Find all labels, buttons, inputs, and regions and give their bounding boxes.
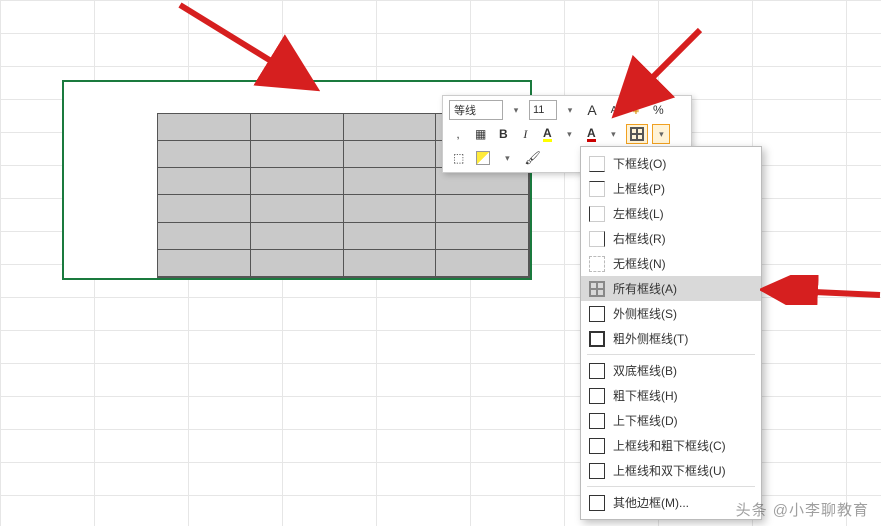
grow-font-button[interactable]: A	[583, 100, 601, 120]
bold-button[interactable]: B	[494, 124, 512, 144]
border-grid-icon	[630, 127, 644, 141]
menu-item-label: 外侧框线(S)	[613, 305, 677, 322]
menu-item-thickbottom[interactable]: 粗下框线(H)	[581, 383, 761, 408]
menu-item-label: 上下框线(D)	[613, 412, 678, 429]
menu-item-label: 双底框线(B)	[613, 362, 677, 379]
menu-item-right[interactable]: 右框线(R)	[581, 226, 761, 251]
menu-item-topthickbottom[interactable]: 上框线和粗下框线(C)	[581, 433, 761, 458]
font-size-select[interactable]: 11	[529, 100, 557, 120]
shrink-font-button[interactable]: A	[605, 100, 623, 120]
menu-item-label: 左框线(L)	[613, 205, 664, 222]
menu-item-label: 粗下框线(H)	[613, 387, 678, 404]
font-name-dropdown-icon[interactable]: ▾	[507, 100, 525, 120]
menu-item-label: 无框线(N)	[613, 255, 666, 272]
menu-item-outside[interactable]: 外侧框线(S)	[581, 301, 761, 326]
watermark-text: 头条 @小李聊教育	[736, 499, 869, 520]
menu-item-thick[interactable]: 粗外侧框线(T)	[581, 326, 761, 351]
border-bottom-icon	[589, 156, 605, 172]
menu-separator	[587, 354, 755, 355]
fill-color-dropdown-icon[interactable]: ▾	[498, 148, 516, 168]
paint-bucket-icon	[476, 151, 490, 165]
border-left-icon	[589, 206, 605, 222]
borders-button[interactable]	[626, 124, 648, 144]
menu-item-label: 所有框线(A)	[613, 280, 677, 297]
menu-item-label: 其他边框(M)...	[613, 494, 689, 511]
font-name-select[interactable]: 等线	[449, 100, 503, 120]
border-thickbottom-icon	[589, 388, 605, 404]
decimal-button[interactable]: ▦	[471, 124, 490, 144]
borders-dropdown-icon[interactable]: ▾	[652, 124, 670, 144]
menu-item-more[interactable]: 其他边框(M)...	[581, 490, 761, 515]
format-painter-button[interactable]: 🖌	[520, 148, 545, 168]
italic-button[interactable]: I	[516, 124, 534, 144]
borders-dropdown-menu: 下框线(O) 上框线(P) 左框线(L) 右框线(R) 无框线(N) 所有框线(A) 外侧框…	[580, 146, 762, 520]
menu-item-label: 右框线(R)	[613, 230, 666, 247]
font-size-dropdown-icon[interactable]: ▾	[561, 100, 579, 120]
percent-button[interactable]: %	[649, 100, 668, 120]
border-top-icon	[589, 181, 605, 197]
border-topdblbottom-icon	[589, 463, 605, 479]
border-right-icon	[589, 231, 605, 247]
menu-item-label: 上框线和粗下框线(C)	[613, 437, 726, 454]
menu-item-topdblbottom[interactable]: 上框线和双下框线(U)	[581, 458, 761, 483]
menu-item-label: 上框线(P)	[613, 180, 665, 197]
menu-item-label: 上框线和双下框线(U)	[613, 462, 726, 479]
menu-item-label: 粗外侧框线(T)	[613, 330, 688, 347]
comma-button[interactable]: ,	[449, 124, 467, 144]
highlight-dropdown-icon[interactable]: ▾	[560, 124, 578, 144]
menu-item-none[interactable]: 无框线(N)	[581, 251, 761, 276]
font-color-dropdown-icon[interactable]: ▾	[604, 124, 622, 144]
border-thick-icon	[589, 331, 605, 347]
border-outside-icon	[589, 306, 605, 322]
menu-item-all[interactable]: 所有框线(A)	[581, 276, 761, 301]
menu-item-topbottom[interactable]: 上下框线(D)	[581, 408, 761, 433]
highlight-button[interactable]: A	[538, 124, 556, 144]
border-dblbottom-icon	[589, 363, 605, 379]
border-more-icon	[589, 495, 605, 511]
merge-button[interactable]: ⬚	[449, 148, 468, 168]
menu-item-left[interactable]: 左框线(L)	[581, 201, 761, 226]
font-color-button[interactable]: A	[582, 124, 600, 144]
menu-item-bottom[interactable]: 下框线(O)	[581, 151, 761, 176]
fill-color-button[interactable]	[472, 148, 494, 168]
border-topthickbottom-icon	[589, 438, 605, 454]
menu-separator	[587, 486, 755, 487]
menu-item-top[interactable]: 上框线(P)	[581, 176, 761, 201]
menu-item-dblbottom[interactable]: 双底框线(B)	[581, 358, 761, 383]
menu-item-label: 下框线(O)	[613, 155, 666, 172]
currency-button[interactable]: ¥	[627, 100, 645, 120]
border-all-icon	[589, 281, 605, 297]
border-none-icon	[589, 256, 605, 272]
border-topbottom-icon	[589, 413, 605, 429]
